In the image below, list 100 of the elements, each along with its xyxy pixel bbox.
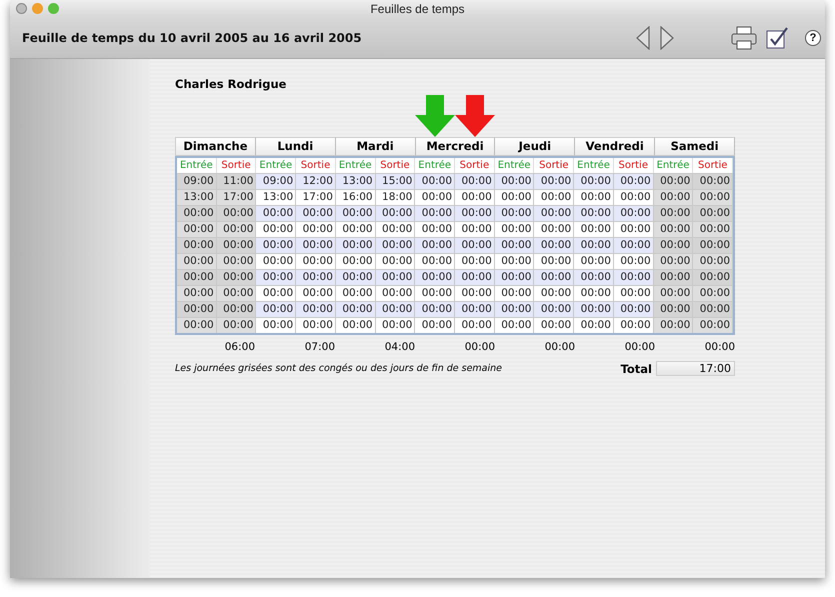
time-cell[interactable]: 00:00 (376, 285, 416, 301)
time-cell[interactable]: 00:00 (654, 301, 694, 317)
time-cell[interactable]: 00:00 (534, 285, 574, 301)
time-cell[interactable]: 00:00 (614, 205, 654, 221)
time-cell[interactable]: 00:00 (574, 301, 614, 317)
time-cell[interactable]: 09:00 (256, 173, 296, 189)
time-cell[interactable]: 00:00 (256, 253, 296, 269)
time-cell[interactable]: 00:00 (455, 189, 495, 205)
time-cell[interactable]: 00:00 (614, 237, 654, 253)
time-cell[interactable]: 00:00 (336, 253, 376, 269)
time-cell[interactable]: 00:00 (534, 205, 574, 221)
time-cell[interactable]: 00:00 (693, 221, 734, 237)
time-cell[interactable]: 00:00 (415, 285, 456, 301)
time-cell[interactable]: 00:00 (614, 269, 654, 285)
time-cell[interactable]: 00:00 (296, 205, 336, 221)
time-cell[interactable]: 00:00 (415, 301, 456, 317)
time-cell[interactable]: 00:00 (415, 189, 456, 205)
time-cell[interactable]: 00:00 (574, 173, 614, 189)
time-cell[interactable]: 00:00 (216, 317, 256, 333)
time-cell[interactable]: 00:00 (455, 173, 495, 189)
time-cell[interactable]: 00:00 (376, 253, 416, 269)
time-cell[interactable]: 16:00 (336, 189, 376, 205)
time-cell[interactable]: 00:00 (494, 237, 534, 253)
time-cell[interactable]: 00:00 (216, 253, 256, 269)
time-cell[interactable]: 00:00 (654, 317, 694, 333)
time-cell[interactable]: 13:00 (177, 189, 217, 205)
time-cell[interactable]: 00:00 (296, 317, 336, 333)
time-cell[interactable]: 00:00 (336, 221, 376, 237)
time-cell[interactable]: 00:00 (614, 301, 654, 317)
time-cell[interactable]: 00:00 (693, 285, 734, 301)
time-cell[interactable]: 00:00 (494, 285, 534, 301)
time-cell[interactable]: 00:00 (177, 237, 217, 253)
time-cell[interactable]: 00:00 (177, 253, 217, 269)
time-cell[interactable]: 00:00 (693, 317, 734, 333)
time-cell[interactable]: 00:00 (376, 205, 416, 221)
time-cell[interactable]: 00:00 (216, 237, 256, 253)
time-cell[interactable]: 13:00 (336, 173, 376, 189)
time-cell[interactable]: 00:00 (256, 301, 296, 317)
time-cell[interactable]: 00:00 (614, 189, 654, 205)
time-cell[interactable]: 00:00 (693, 237, 734, 253)
time-cell[interactable]: 00:00 (494, 221, 534, 237)
time-cell[interactable]: 00:00 (336, 237, 376, 253)
next-button[interactable] (659, 26, 675, 50)
printer-icon[interactable] (731, 26, 757, 50)
time-cell[interactable]: 00:00 (534, 173, 574, 189)
time-cell[interactable]: 00:00 (574, 317, 614, 333)
time-cell[interactable]: 00:00 (654, 285, 694, 301)
time-cell[interactable]: 00:00 (336, 301, 376, 317)
time-cell[interactable]: 00:00 (296, 269, 336, 285)
time-cell[interactable]: 00:00 (296, 253, 336, 269)
time-cell[interactable]: 00:00 (256, 237, 296, 253)
close-button[interactable] (16, 3, 27, 14)
time-cell[interactable]: 00:00 (693, 205, 734, 221)
time-cell[interactable]: 17:00 (216, 189, 256, 205)
time-cell[interactable]: 00:00 (376, 221, 416, 237)
time-cell[interactable]: 00:00 (415, 317, 456, 333)
time-cell[interactable]: 00:00 (177, 301, 217, 317)
time-cell[interactable]: 00:00 (534, 189, 574, 205)
time-cell[interactable]: 00:00 (296, 285, 336, 301)
time-cell[interactable]: 00:00 (494, 253, 534, 269)
time-cell[interactable]: 00:00 (494, 189, 534, 205)
time-cell[interactable]: 00:00 (336, 285, 376, 301)
time-cell[interactable]: 00:00 (376, 237, 416, 253)
time-cell[interactable]: 00:00 (296, 237, 336, 253)
time-cell[interactable]: 00:00 (376, 269, 416, 285)
time-cell[interactable]: 00:00 (296, 221, 336, 237)
time-cell[interactable]: 00:00 (455, 269, 495, 285)
time-cell[interactable]: 00:00 (574, 285, 614, 301)
time-cell[interactable]: 00:00 (693, 173, 734, 189)
time-cell[interactable]: 00:00 (455, 221, 495, 237)
time-cell[interactable]: 00:00 (574, 253, 614, 269)
time-cell[interactable]: 00:00 (415, 237, 456, 253)
time-cell[interactable]: 00:00 (336, 269, 376, 285)
time-cell[interactable]: 00:00 (376, 301, 416, 317)
time-cell[interactable]: 00:00 (654, 253, 694, 269)
time-cell[interactable]: 00:00 (216, 269, 256, 285)
time-cell[interactable]: 00:00 (216, 301, 256, 317)
time-cell[interactable]: 00:00 (256, 317, 296, 333)
time-cell[interactable]: 00:00 (693, 301, 734, 317)
time-cell[interactable]: 00:00 (614, 253, 654, 269)
time-cell[interactable]: 00:00 (534, 221, 574, 237)
time-cell[interactable]: 00:00 (455, 285, 495, 301)
time-cell[interactable]: 00:00 (494, 301, 534, 317)
time-cell[interactable]: 00:00 (216, 285, 256, 301)
time-cell[interactable]: 00:00 (415, 253, 456, 269)
time-cell[interactable]: 00:00 (177, 205, 217, 221)
help-button[interactable]: ? (805, 30, 821, 46)
time-cell[interactable]: 00:00 (455, 205, 495, 221)
time-cell[interactable]: 00:00 (654, 237, 694, 253)
time-cell[interactable]: 00:00 (494, 269, 534, 285)
time-cell[interactable]: 00:00 (177, 285, 217, 301)
time-cell[interactable]: 00:00 (415, 173, 456, 189)
time-cell[interactable]: 00:00 (336, 317, 376, 333)
time-cell[interactable]: 00:00 (256, 205, 296, 221)
time-cell[interactable]: 00:00 (574, 205, 614, 221)
time-cell[interactable]: 00:00 (693, 269, 734, 285)
time-cell[interactable]: 00:00 (455, 237, 495, 253)
time-cell[interactable]: 00:00 (654, 189, 694, 205)
time-cell[interactable]: 18:00 (376, 189, 416, 205)
time-cell[interactable]: 00:00 (216, 221, 256, 237)
